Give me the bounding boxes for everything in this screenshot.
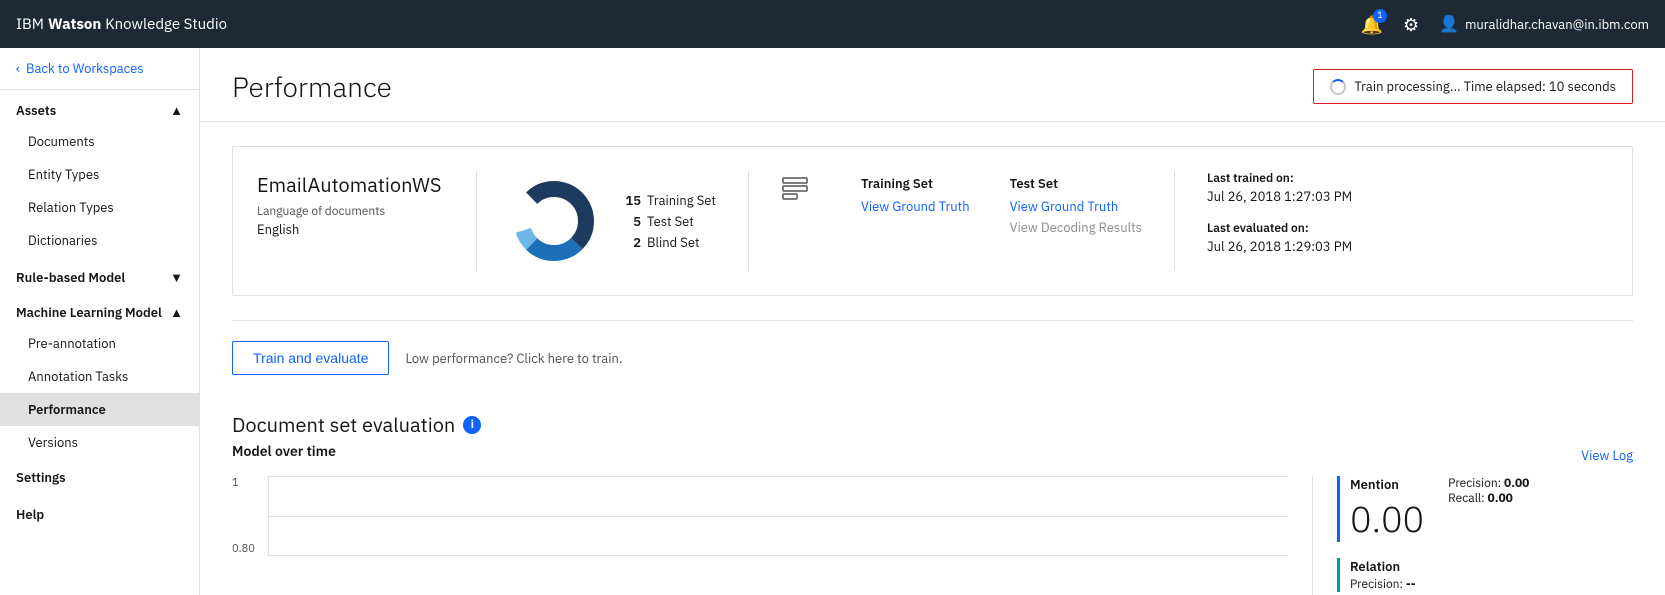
notification-icon[interactable]: 🔔 1 bbox=[1361, 13, 1383, 36]
main-header: Performance Train processing... Time ela… bbox=[200, 48, 1665, 122]
rule-based-section[interactable]: Rule-based Model ▼ bbox=[0, 257, 199, 292]
notification-badge: 1 bbox=[1373, 9, 1387, 23]
dates-section: Last trained on: Jul 26, 2018 1:27:03 PM… bbox=[1175, 171, 1384, 271]
chart-y-labels: 1 0.80 bbox=[232, 476, 268, 556]
workspace-lang-label: Language of documents bbox=[257, 204, 452, 219]
topnav-right: 🔔 1 ⚙ 👤 muralidhar.chavan@in.ibm.com bbox=[1361, 13, 1649, 36]
metrics-area: Mention 0.00 Precision: 0.00 Recall: bbox=[1313, 476, 1633, 595]
training-set-col: Training Set View Ground Truth bbox=[861, 175, 970, 219]
eval-header-row: Model over time View Log bbox=[232, 442, 1633, 468]
donut-chart bbox=[509, 176, 599, 266]
view-log-link[interactable]: View Log bbox=[1581, 447, 1633, 464]
blind-set-legend: 2 Blind Set bbox=[623, 234, 716, 251]
back-to-workspaces[interactable]: ‹ Back to Workspaces bbox=[0, 48, 199, 90]
training-set-legend: 15 Training Set bbox=[623, 192, 716, 209]
test-set-legend: 5 Test Set bbox=[623, 213, 716, 230]
sets-section: Training Set View Ground Truth Test Set … bbox=[749, 171, 1175, 271]
sidebar-item-entity-types[interactable]: Entity Types bbox=[0, 158, 199, 191]
test-view-ground-truth-link[interactable]: View Ground Truth bbox=[1010, 198, 1142, 215]
eval-section: Document set evaluation i Model over tim… bbox=[232, 395, 1633, 595]
eval-subtitle: Model over time bbox=[232, 442, 336, 460]
sidebar-item-relation-types[interactable]: Relation Types bbox=[0, 191, 199, 224]
page-title: Performance bbox=[232, 68, 392, 105]
brand-ibm: IBM bbox=[16, 15, 44, 34]
sidebar-item-dictionaries[interactable]: Dictionaries bbox=[0, 224, 199, 257]
relation-metric: Relation Precision: -- bbox=[1337, 558, 1609, 592]
chart-and-metrics: 1 0.80 Mention bbox=[232, 476, 1633, 595]
view-decoding-results-link[interactable]: View Decoding Results bbox=[1010, 219, 1142, 236]
test-set-col: Test Set View Ground Truth View Decoding… bbox=[1010, 175, 1142, 240]
back-arrow-icon: ‹ bbox=[16, 60, 20, 77]
info-icon[interactable]: i bbox=[463, 416, 481, 434]
mention-metric-row: Mention 0.00 Precision: 0.00 Recall: bbox=[1350, 476, 1609, 542]
donut-legend: 15 Training Set 5 Test Set 2 Blind Set bbox=[623, 192, 716, 251]
workspace-info: EmailAutomationWS Language of documents … bbox=[257, 171, 477, 271]
assets-section[interactable]: Assets ▲ bbox=[0, 90, 199, 125]
sidebar-item-documents[interactable]: Documents bbox=[0, 125, 199, 158]
brand-watson: Watson bbox=[48, 15, 101, 34]
brand: IBM Watson Knowledge Studio bbox=[16, 15, 227, 34]
train-status-text: Train processing... Time elapsed: 10 sec… bbox=[1354, 78, 1616, 95]
ml-chevron-icon: ▲ bbox=[170, 304, 183, 321]
donut-section: 15 Training Set 5 Test Set 2 Blind Set bbox=[477, 171, 749, 271]
workspace-card: EmailAutomationWS Language of documents … bbox=[232, 146, 1633, 296]
training-view-ground-truth-link[interactable]: View Ground Truth bbox=[861, 198, 970, 215]
sets-icon bbox=[781, 175, 809, 210]
user-menu[interactable]: 👤 muralidhar.chavan@in.ibm.com bbox=[1439, 14, 1649, 34]
workspace-lang: English bbox=[257, 221, 452, 238]
sidebar-item-versions[interactable]: Versions bbox=[0, 426, 199, 459]
eval-title: Document set evaluation i bbox=[232, 411, 1633, 438]
train-status-badge: Train processing... Time elapsed: 10 sec… bbox=[1313, 69, 1633, 104]
brand-product: Knowledge Studio bbox=[105, 15, 227, 34]
workspace-name: EmailAutomationWS bbox=[257, 171, 452, 198]
sidebar-item-annotation-tasks[interactable]: Annotation Tasks bbox=[0, 360, 199, 393]
chart-area: 1 0.80 bbox=[232, 476, 1313, 595]
train-evaluate-button[interactable]: Train and evaluate bbox=[232, 341, 389, 375]
sidebar: ‹ Back to Workspaces Assets ▲ Documents … bbox=[0, 48, 200, 595]
train-spinner-icon bbox=[1330, 79, 1346, 95]
assets-chevron-icon: ▲ bbox=[170, 102, 183, 119]
rule-based-chevron-icon: ▼ bbox=[170, 269, 183, 286]
train-hint: Low performance? Click here to train. bbox=[405, 350, 622, 367]
settings-section[interactable]: Settings bbox=[0, 459, 199, 496]
ml-section[interactable]: Machine Learning Model ▲ bbox=[0, 292, 199, 327]
chart-container: 1 0.80 bbox=[232, 476, 1288, 556]
sidebar-item-pre-annotation[interactable]: Pre-annotation bbox=[0, 327, 199, 360]
train-section: Train and evaluate Low performance? Clic… bbox=[232, 320, 1633, 395]
chart-gridline-mid bbox=[269, 516, 1288, 517]
main-content: Performance Train processing... Time ela… bbox=[200, 48, 1665, 595]
mention-metric: Mention 0.00 Precision: 0.00 Recall: bbox=[1337, 476, 1609, 542]
topnav: IBM Watson Knowledge Studio 🔔 1 ⚙ 👤 mura… bbox=[0, 0, 1665, 48]
settings-icon[interactable]: ⚙ bbox=[1403, 13, 1419, 36]
help-section[interactable]: Help bbox=[0, 496, 199, 533]
chart-lines bbox=[268, 476, 1288, 556]
user-email: muralidhar.chavan@in.ibm.com bbox=[1465, 16, 1649, 33]
chart-gridline-top bbox=[269, 476, 1288, 477]
sidebar-item-performance[interactable]: Performance bbox=[0, 393, 199, 426]
